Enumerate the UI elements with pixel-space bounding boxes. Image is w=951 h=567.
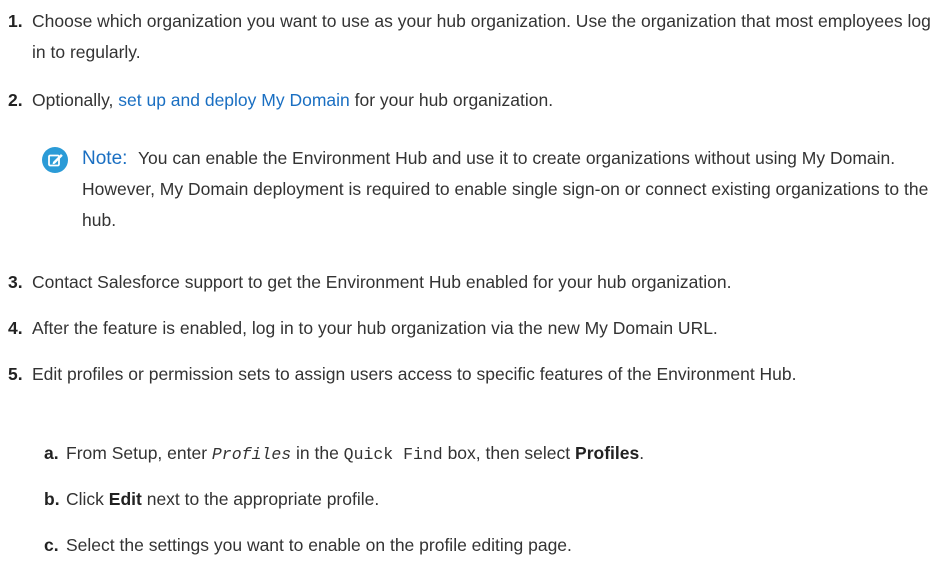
note-label: Note: <box>82 148 128 169</box>
substep-a: a. From Setup, enter Profiles in the Qui… <box>8 438 943 470</box>
step-number: 4. <box>8 318 23 338</box>
step-4: 4. After the feature is enabled, log in … <box>8 313 943 344</box>
note-callout: Note: You can enable the Environment Hub… <box>42 143 947 236</box>
step-number: 2. <box>8 90 23 110</box>
edit-note-icon <box>42 147 68 173</box>
step-text-before: Optionally, <box>32 90 119 110</box>
step-5: 5. Edit profiles or permission sets to a… <box>8 359 943 390</box>
text-part: Click <box>66 489 109 509</box>
code-quick-find: Quick Find <box>343 445 443 464</box>
step-text-after: for your hub organization. <box>349 90 554 110</box>
substep-letter: a. <box>44 443 59 463</box>
step-text: Choose which organization you want to us… <box>32 11 931 62</box>
bold-edit: Edit <box>108 489 142 509</box>
substep-letter: b. <box>44 489 60 509</box>
step-text: Optionally, set up and deploy My Domain … <box>8 85 943 116</box>
substep-c: c. Select the settings you want to enabl… <box>8 530 943 561</box>
step-number: 1. <box>8 11 23 31</box>
text-part: From Setup, enter <box>66 443 212 463</box>
substep-text: Click Edit next to the appropriate profi… <box>8 484 943 515</box>
step-1: 1. Choose which organization you want to… <box>8 6 943 68</box>
substep-b: b. Click Edit next to the appropriate pr… <box>8 484 943 515</box>
substep-text: From Setup, enter Profiles in the Quick … <box>8 438 943 470</box>
step-3: 3. Contact Salesforce support to get the… <box>8 267 943 298</box>
step-number: 5. <box>8 364 23 384</box>
text-part: next to the appropriate profile. <box>141 489 380 509</box>
step-number: 3. <box>8 272 23 292</box>
substep-text: Select the settings you want to enable o… <box>66 535 572 555</box>
step-text: Contact Salesforce support to get the En… <box>32 272 732 292</box>
substep-letter: c. <box>44 535 59 555</box>
text-part: box, then select <box>442 443 576 463</box>
text-part: in the <box>291 443 344 463</box>
step-text: Edit profiles or permission sets to assi… <box>32 364 797 384</box>
code-profiles: Profiles <box>211 445 292 464</box>
note-text: You can enable the Environment Hub and u… <box>82 148 929 230</box>
step-2: 2. Optionally, set up and deploy My Doma… <box>8 85 943 116</box>
note-body: Note: You can enable the Environment Hub… <box>42 143 947 236</box>
step-text: After the feature is enabled, log in to … <box>32 318 718 338</box>
my-domain-link[interactable]: set up and deploy My Domain <box>118 90 350 110</box>
text-part: . <box>639 443 645 463</box>
bold-profiles: Profiles <box>575 443 640 463</box>
